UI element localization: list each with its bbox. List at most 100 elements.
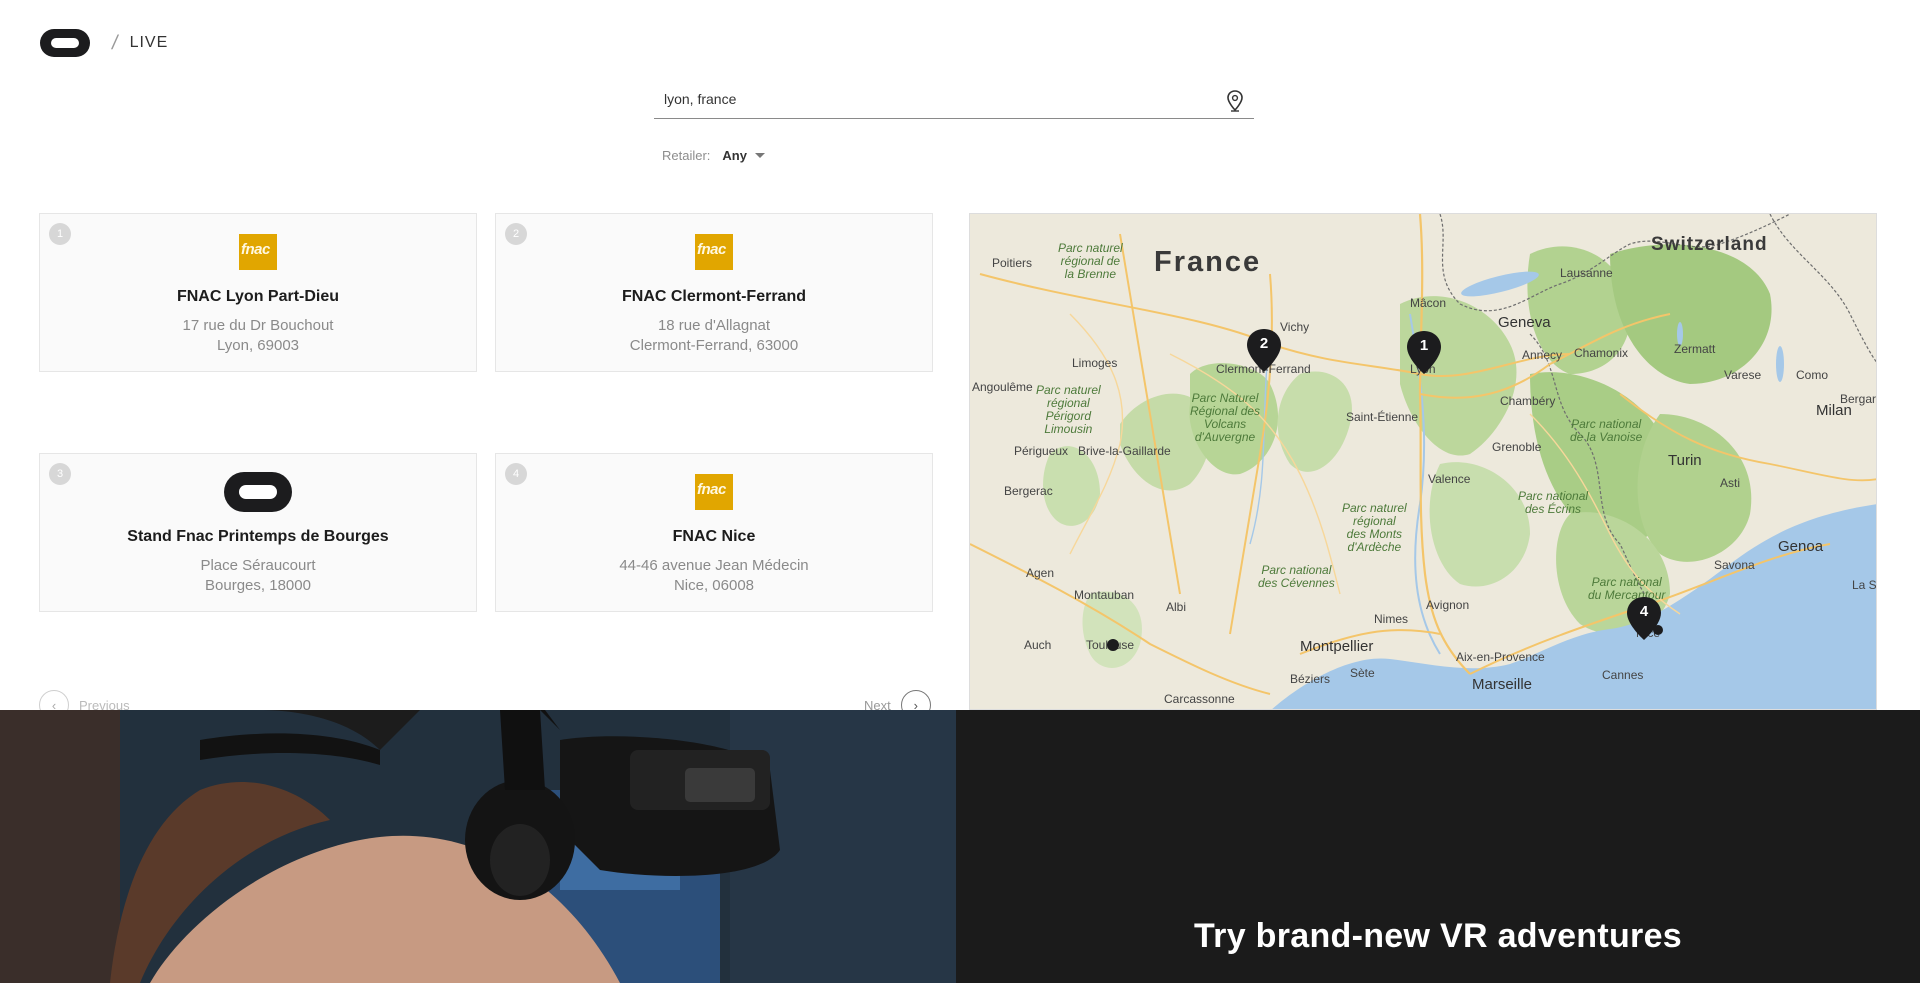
breadcrumb-live[interactable]: LIVE — [130, 34, 169, 52]
map-label-city: Grenoble — [1492, 440, 1542, 454]
map-label-switzerland: Switzerland — [1651, 234, 1768, 255]
store-map[interactable]: France Switzerland Parc naturel régional … — [969, 213, 1877, 710]
map-label-city: Varese — [1724, 368, 1762, 382]
store-street: Place Séraucourt — [200, 557, 316, 574]
map-label-city: Milan — [1816, 402, 1852, 419]
store-number-badge: 2 — [505, 223, 527, 245]
store-street: 44-46 avenue Jean Médecin — [619, 557, 809, 574]
map-label-city: Montauban — [1074, 588, 1135, 602]
store-card-1[interactable]: 1 fnac FNAC Lyon Part-Dieu 17 rue du Dr … — [39, 213, 477, 372]
store-number-badge: 4 — [505, 463, 527, 485]
map-label-city: Albi — [1166, 600, 1187, 614]
map-label-city: Poitiers — [992, 256, 1033, 270]
oculus-logo[interactable] — [40, 29, 90, 57]
fnac-logo: fnac — [695, 474, 733, 510]
vr-headset-photo — [0, 710, 956, 983]
chevron-down-icon — [754, 153, 765, 158]
map-label-city: Béziers — [1290, 672, 1331, 686]
fnac-logo: fnac — [239, 234, 277, 270]
fnac-logo: fnac — [695, 234, 733, 270]
map-label-park: Parc naturel régional des Monts d'Ardèche — [1342, 501, 1407, 554]
store-city: Bourges, 18000 — [205, 577, 311, 594]
map-label-city: Cannes — [1602, 668, 1644, 682]
map-label-park: Parc national des Écrins — [1518, 489, 1589, 516]
map-marker-1[interactable]: 1 — [1406, 330, 1442, 376]
oculus-logo — [224, 472, 292, 512]
store-card-4[interactable]: 4 fnac FNAC Nice 44-46 avenue Jean Médec… — [495, 453, 933, 612]
map-label-city: Genoa — [1778, 538, 1824, 555]
map-label-city: Périgueux — [1014, 444, 1069, 458]
map-marker-label: 4 — [1639, 603, 1649, 620]
map-label-city: Vichy — [1280, 320, 1310, 334]
page: / LIVE Retailer: Any 1 fnac FNAC Lyon Pa… — [0, 0, 1920, 983]
map-label-city: Chambéry — [1500, 394, 1556, 408]
promo-title: Try brand-new VR adventures — [1193, 917, 1682, 955]
map-label-city: Asti — [1720, 476, 1741, 490]
map-label-city: Savona — [1714, 558, 1755, 572]
map-label-city: Carcassonne — [1164, 692, 1235, 706]
map-label-city: Annecy — [1522, 348, 1563, 362]
map-label-city: La S — [1852, 578, 1877, 592]
store-number-badge: 3 — [49, 463, 71, 485]
map-label-park: Parc naturel régional Périgord Limousin — [1036, 383, 1101, 436]
store-city: Lyon, 69003 — [216, 337, 300, 354]
map-label-city: Marseille — [1472, 676, 1533, 693]
map-label-france: France — [1154, 246, 1262, 278]
map-dot[interactable] — [1652, 624, 1664, 636]
map-label-city: Auch — [1024, 638, 1052, 652]
store-card-3[interactable]: 3 Stand Fnac Printemps de Bourges Place … — [39, 453, 477, 612]
map-label-city: Brive-la-Gaillarde — [1078, 444, 1171, 458]
map-label-city: Como — [1796, 368, 1829, 382]
map-label-city: Agen — [1026, 566, 1055, 580]
retailer-dropdown[interactable]: Any — [722, 148, 765, 163]
map-label-city: Avignon — [1426, 598, 1470, 612]
location-search — [654, 82, 1254, 119]
map-marker-label: 2 — [1259, 335, 1269, 352]
map-marker-2[interactable]: 2 — [1246, 328, 1282, 374]
map-label-city: Turin — [1668, 452, 1702, 469]
store-city: Clermont-Ferrand, 63000 — [629, 337, 799, 354]
promo-banner: Try brand-new VR adventures — [956, 710, 1920, 983]
map-label-park: Parc Naturel Régional des Volcans d'Auvergn… — [1190, 391, 1261, 444]
vr-headset-illustration — [0, 710, 956, 983]
retailer-dropdown-value: Any — [722, 148, 747, 163]
map-label-city: Geneva — [1498, 314, 1551, 331]
map-label-city: Valence — [1428, 472, 1471, 486]
map-label-city: Chamonix — [1574, 346, 1629, 360]
store-name: FNAC Clermont-Ferrand — [621, 288, 806, 305]
store-street: 17 rue du Dr Bouchout — [182, 317, 334, 334]
map-label-city: Sète — [1350, 666, 1375, 680]
store-card-2[interactable]: 2 fnac FNAC Clermont-Ferrand 18 rue d'Al… — [495, 213, 933, 372]
map-marker-label: 1 — [1419, 337, 1429, 354]
map-dot[interactable] — [1106, 638, 1120, 652]
breadcrumb-separator: / — [110, 31, 120, 54]
map-label-city: Lausanne — [1560, 266, 1613, 280]
map-label-city: Aix-en-Provence — [1456, 650, 1545, 664]
retailer-filter: Retailer: Any — [662, 148, 765, 163]
map-label-park: Parc national de la Vanoise — [1570, 417, 1643, 444]
location-pin-icon[interactable] — [1226, 90, 1244, 112]
search-input[interactable] — [654, 82, 1194, 116]
store-city: Nice, 06008 — [673, 577, 755, 594]
map-label-city: Zermatt — [1674, 342, 1716, 356]
store-address: 18 rue d'Allagnat Clermont-Ferrand, 6300… — [496, 316, 932, 356]
map-label-city: Mâcon — [1410, 296, 1447, 310]
map-label-park: Parc naturel régional de la Brenne — [1058, 241, 1123, 281]
retailer-filter-label: Retailer: — [662, 148, 711, 163]
store-name: FNAC Nice — [672, 528, 756, 545]
map-label-city: Nimes — [1374, 612, 1409, 626]
store-street: 18 rue d'Allagnat — [657, 317, 771, 334]
store-number-badge: 1 — [49, 223, 71, 245]
map-label-city: Montpellier — [1300, 638, 1374, 655]
map-label-city: Saint-Étienne — [1346, 410, 1419, 424]
map-label-city: Limoges — [1072, 356, 1118, 370]
store-address: Place Séraucourt Bourges, 18000 — [40, 556, 476, 596]
store-name: FNAC Lyon Part-Dieu — [176, 288, 340, 305]
store-address: 44-46 avenue Jean Médecin Nice, 06008 — [496, 556, 932, 596]
map-label-city: Bergerac — [1004, 484, 1053, 498]
map-label-park: Parc national des Cévennes — [1258, 563, 1335, 590]
store-address: 17 rue du Dr Bouchout Lyon, 69003 — [40, 316, 476, 356]
map-terrain — [970, 214, 1876, 709]
store-name: Stand Fnac Printemps de Bourges — [127, 528, 389, 545]
map-label-city: Angoulême — [972, 380, 1033, 394]
